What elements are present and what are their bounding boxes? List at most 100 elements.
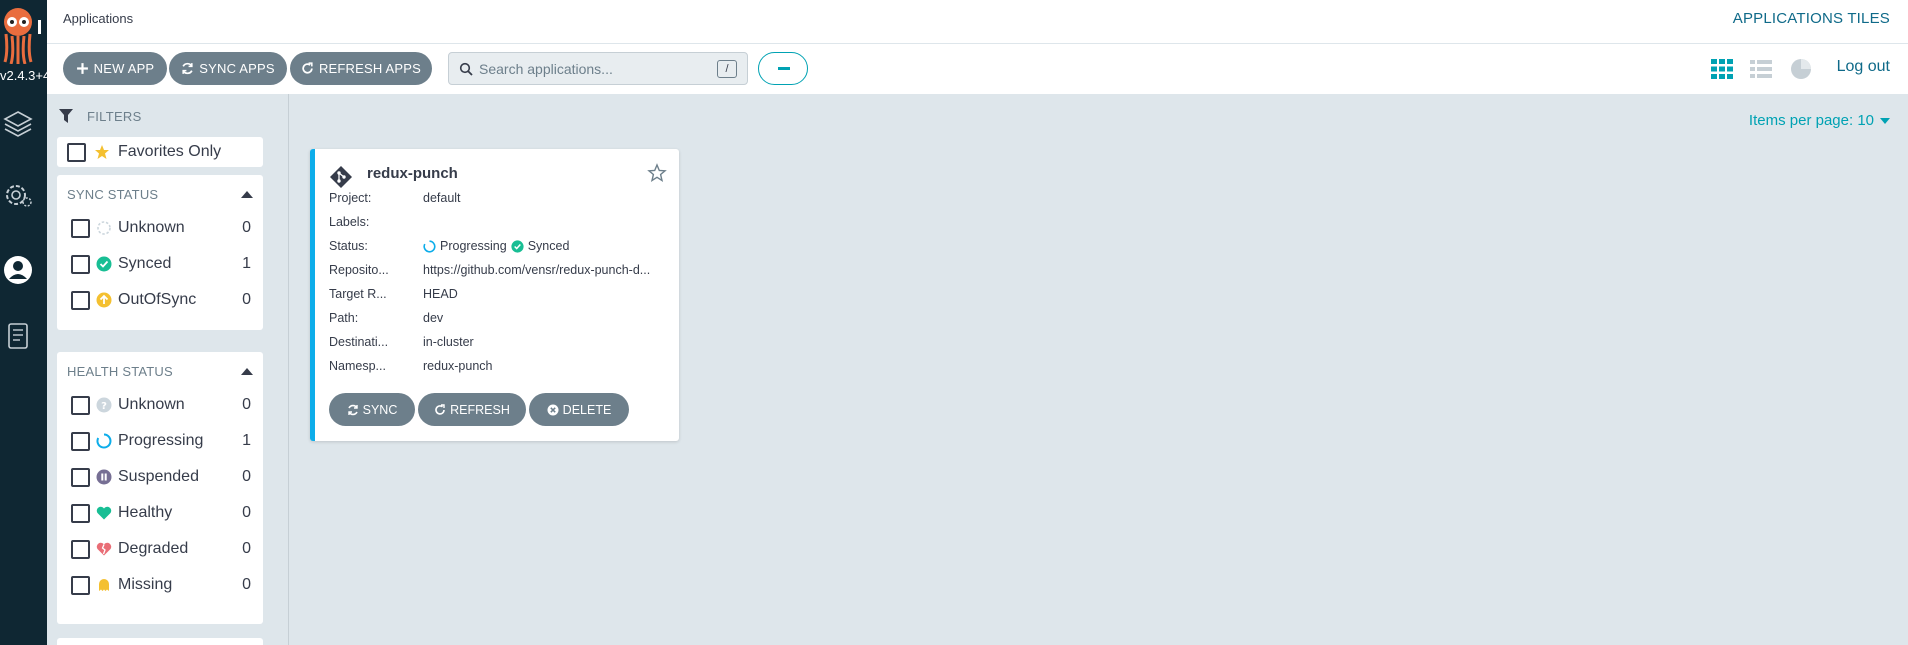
favorites-filter[interactable]: Favorites Only <box>57 137 263 167</box>
repository-value[interactable]: https://github.com/vensr/redux-punch-d..… <box>423 263 673 277</box>
health-filter-missing[interactable]: Missing 0 <box>71 573 251 597</box>
search-box[interactable]: / <box>448 52 748 85</box>
layers-icon[interactable] <box>3 108 33 138</box>
health-missing-checkbox[interactable] <box>71 575 90 595</box>
project-key: Project: <box>329 191 372 205</box>
status-value: Progressing Synced <box>423 239 673 253</box>
sync-apps-button[interactable]: SYNC APPS <box>169 52 287 85</box>
sync-outofsync-label: OutOfSync <box>118 291 197 308</box>
health-degraded-checkbox[interactable] <box>71 539 90 559</box>
namespace-key: Namesp... <box>329 359 386 373</box>
app-row-namespace: Namesp... redux-punch <box>329 359 674 377</box>
git-icon <box>330 166 352 188</box>
refresh-icon <box>435 403 445 415</box>
sync-filter-outofsync[interactable]: OutOfSync 0 <box>71 288 251 312</box>
page-title: Applications <box>63 11 134 26</box>
health-missing-label: Missing <box>118 576 173 593</box>
target-revision-key: Target R... <box>329 287 387 301</box>
synced-check-icon <box>511 239 524 253</box>
sync-outofsync-count: 0 <box>242 291 251 308</box>
sync-unknown-count: 0 <box>242 219 251 236</box>
health-suspended-checkbox[interactable] <box>71 467 90 487</box>
view-title: APPLICATIONS TILES <box>1732 10 1890 27</box>
app-row-project: Project: default <box>329 191 674 209</box>
unknown-circle-icon <box>97 221 111 235</box>
health-healthy-count: 0 <box>242 504 251 521</box>
health-filter-healthy[interactable]: Healthy 0 <box>71 501 251 525</box>
summary-view-icon[interactable] <box>1789 57 1813 81</box>
sync-outofsync-checkbox[interactable] <box>71 290 90 310</box>
health-filter-progressing[interactable]: Progressing 1 <box>71 429 251 453</box>
delete-circle-icon <box>547 404 559 415</box>
favorites-checkbox[interactable] <box>67 142 86 162</box>
app-sync-button[interactable]: SYNC <box>329 393 415 426</box>
user-icon[interactable] <box>3 255 33 285</box>
health-unknown-checkbox[interactable] <box>71 395 90 415</box>
new-app-label: NEW APP <box>93 61 155 76</box>
sync-synced-count: 1 <box>242 255 251 272</box>
items-per-page-label: Items per page: 10 <box>1748 112 1874 129</box>
items-per-page-dropdown[interactable]: Items per page: 10 <box>1749 112 1890 129</box>
sync-icon <box>347 404 358 415</box>
ghost-icon <box>99 579 109 591</box>
health-filter-unknown[interactable]: ? Unknown 0 <box>71 393 251 417</box>
app-row-status: Status: Progressing Synced <box>329 239 674 257</box>
health-healthy-label: Healthy <box>118 504 173 521</box>
repository-key: Reposito... <box>329 263 389 277</box>
sync-status-title: SYNC STATUS <box>67 187 159 202</box>
app-row-labels: Labels: <box>329 215 674 233</box>
favorites-label: Favorites Only <box>118 143 222 160</box>
plus-icon <box>76 63 88 74</box>
status-key: Status: <box>329 239 368 253</box>
filter-toggle-button[interactable] <box>758 52 808 85</box>
health-unknown-count: 0 <box>242 396 251 413</box>
tiles-view-icon[interactable] <box>1710 57 1734 81</box>
refresh-icon <box>302 62 313 74</box>
app-name[interactable]: redux-punch <box>367 165 458 182</box>
gear-icon[interactable] <box>3 180 33 210</box>
docs-icon[interactable] <box>3 321 33 351</box>
destination-value: in-cluster <box>423 335 474 349</box>
filters-header[interactable]: FILTERS <box>59 106 142 126</box>
sync-unknown-checkbox[interactable] <box>71 218 90 238</box>
namespace-value: redux-punch <box>423 359 493 373</box>
app-refresh-button[interactable]: REFRESH <box>418 393 526 426</box>
health-degraded-count: 0 <box>242 540 251 557</box>
refresh-apps-button[interactable]: REFRESH APPS <box>290 52 432 85</box>
app-tile[interactable]: redux-punch Project: default Labels: Sta… <box>310 149 679 441</box>
sync-filter-unknown[interactable]: Unknown 0 <box>71 216 251 240</box>
search-icon <box>459 62 473 76</box>
health-suspended-count: 0 <box>242 468 251 485</box>
search-input[interactable] <box>479 59 699 79</box>
logout-link[interactable]: Log out <box>1837 58 1890 76</box>
app-refresh-label: REFRESH <box>450 402 510 417</box>
sync-synced-checkbox[interactable] <box>71 254 90 274</box>
sync-synced-label: Synced <box>118 255 172 272</box>
health-filter-degraded[interactable]: Degraded 0 <box>71 537 251 561</box>
next-filter-panel <box>57 638 263 645</box>
app-delete-button[interactable]: DELETE <box>529 393 629 426</box>
health-filter-suspended[interactable]: Suspended 0 <box>71 465 251 489</box>
sync-status-text: Synced <box>527 239 570 253</box>
health-suspended-label: Suspended <box>118 468 199 485</box>
refresh-apps-label: REFRESH APPS <box>318 61 422 76</box>
favorite-star-icon[interactable] <box>647 163 667 183</box>
sync-filter-synced[interactable]: Synced 1 <box>71 252 251 276</box>
filter-sidebar: FILTERS Favorites Only SYNC STATUS Unkno… <box>47 94 289 645</box>
collapse-caret-icon[interactable] <box>241 368 253 375</box>
health-status-text: Progressing <box>440 239 507 253</box>
health-healthy-checkbox[interactable] <box>71 503 90 523</box>
list-view-icon[interactable] <box>1749 57 1773 81</box>
app-row-repository: Reposito... https://github.com/vensr/red… <box>329 263 674 281</box>
health-progressing-label: Progressing <box>118 432 204 449</box>
health-progressing-checkbox[interactable] <box>71 431 90 451</box>
health-status-title: HEALTH STATUS <box>67 364 173 379</box>
app-delete-label: DELETE <box>562 402 612 417</box>
collapse-caret-icon[interactable] <box>241 191 253 198</box>
new-app-button[interactable]: NEW APP <box>63 52 167 85</box>
app-row-path: Path: dev <box>329 311 674 329</box>
version-label: v2.4.3+4 <box>0 68 47 83</box>
star-icon <box>95 145 109 159</box>
argo-logo-icon[interactable] <box>0 4 47 64</box>
health-unknown-label: Unknown <box>118 396 185 413</box>
